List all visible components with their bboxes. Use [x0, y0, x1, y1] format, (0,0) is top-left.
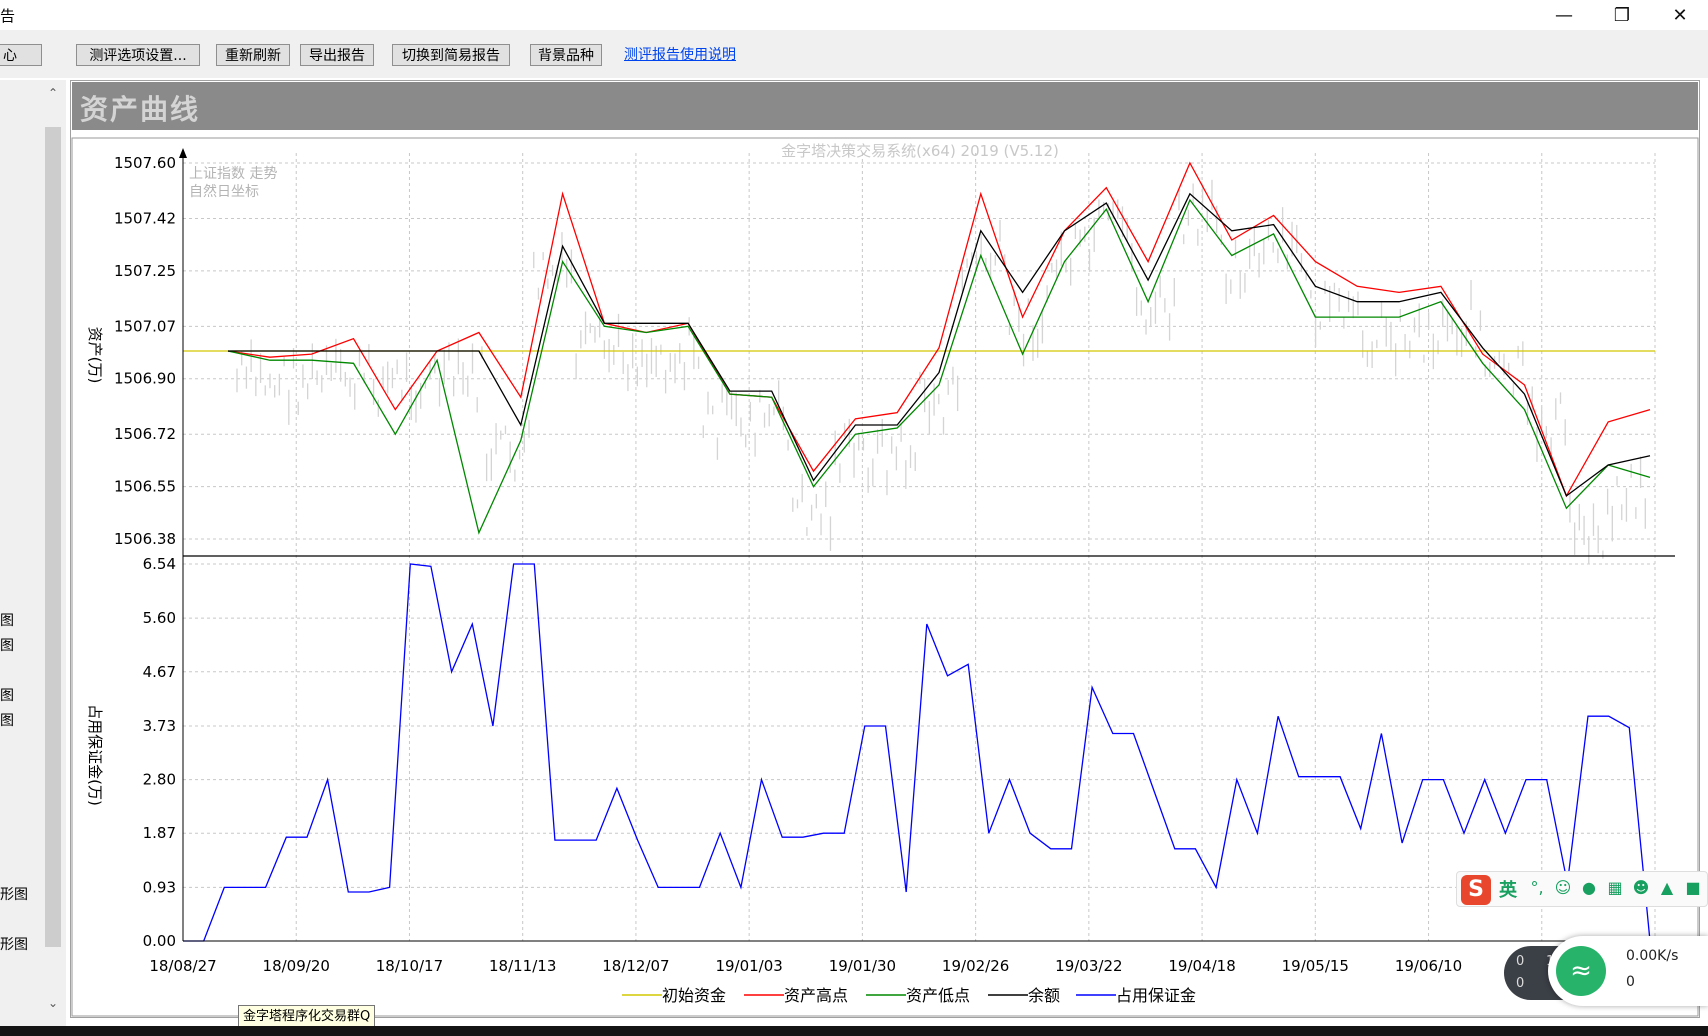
legend-item: 资产低点 [906, 986, 970, 1005]
y-tick-label: 1507.60 [114, 154, 176, 172]
y-tick-label: 0.93 [143, 878, 176, 896]
asset-curve-chart: 金字塔决策交易系统(x64) 2019 (V5.12) 上证指数 走势 自然日坐… [71, 137, 1699, 1017]
chart-subtitle-2: 自然日坐标 [189, 183, 259, 200]
x-tick-label: 19/01/03 [715, 957, 782, 975]
legend-item: 初始资金 [662, 986, 726, 1005]
y-tick-label: 1506.90 [114, 370, 176, 388]
y-tick-label: 1506.55 [114, 478, 176, 496]
pill-a: 0 [1516, 954, 1525, 969]
ime-lang[interactable]: 英 [1499, 876, 1517, 902]
user-icon[interactable]: ☻ [1631, 878, 1651, 898]
y-tick-label: 1.87 [143, 824, 176, 842]
x-tick-label: 18/12/07 [602, 957, 669, 975]
emoji-icon[interactable]: ☺ [1553, 878, 1573, 898]
y-tick-label: 0.00 [143, 932, 176, 950]
y-tick-label: 1507.25 [114, 262, 176, 280]
chart-subtitle-1: 上证指数 走势 [189, 166, 277, 182]
y-tick-label: 5.60 [143, 609, 176, 627]
top-ylabel: 资产(万) [86, 327, 104, 384]
chart-frame [71, 137, 1699, 1017]
x-tick-label: 18/09/20 [263, 957, 330, 975]
x-tick-label: 18/10/17 [376, 957, 443, 975]
y-tick-label: 4.67 [143, 663, 176, 681]
chart-title: 金字塔决策交易系统(x64) 2019 (V5.12) [781, 142, 1059, 160]
y-tick-label: 1507.42 [114, 209, 176, 227]
network-count: 0 [1626, 974, 1635, 990]
x-tick-label: 19/05/15 [1282, 957, 1349, 975]
pill-b: 0 [1516, 976, 1525, 991]
y-tick-label: 1507.07 [114, 317, 176, 335]
legend-item: 余额 [1028, 986, 1060, 1005]
shirt-icon[interactable]: ▲ [1657, 878, 1677, 898]
mic-icon[interactable]: ● [1579, 878, 1599, 898]
network-widget[interactable]: ≈ 0.00K/s 0 [1548, 936, 1708, 1006]
y-tick-label: 1506.38 [114, 530, 176, 548]
ime-punct[interactable]: °, [1527, 878, 1547, 898]
sogou-logo-icon: S [1461, 875, 1491, 905]
legend-item: 占用保证金 [1116, 986, 1196, 1005]
x-tick-label: 18/11/13 [489, 957, 556, 975]
x-tick-label: 19/04/18 [1168, 957, 1235, 975]
x-tick-label: 18/08/27 [149, 957, 216, 975]
x-tick-label: 19/01/30 [829, 957, 896, 975]
grid-icon[interactable]: ■ [1683, 878, 1703, 898]
ime-toolbar[interactable]: S 英 °, ☺ ● ▦ ☻ ▲ ■ [1456, 871, 1708, 907]
legend-item: 资产高点 [784, 986, 848, 1005]
y-tick-label: 2.80 [143, 771, 176, 789]
x-tick-label: 19/06/10 [1395, 957, 1462, 975]
y-tick-label: 6.54 [143, 555, 176, 573]
network-speed: 0.00K/s [1626, 948, 1679, 964]
taskbar-edge [0, 1026, 1708, 1036]
keyboard-icon[interactable]: ▦ [1605, 878, 1625, 898]
y-tick-label: 3.73 [143, 717, 176, 735]
bottom-ylabel: 占用保证金(万) [86, 704, 104, 806]
wifi-icon: ≈ [1556, 946, 1606, 996]
x-tick-label: 19/03/22 [1055, 957, 1122, 975]
x-tick-label: 19/02/26 [942, 957, 1009, 975]
y-tick-label: 1506.72 [114, 425, 176, 443]
